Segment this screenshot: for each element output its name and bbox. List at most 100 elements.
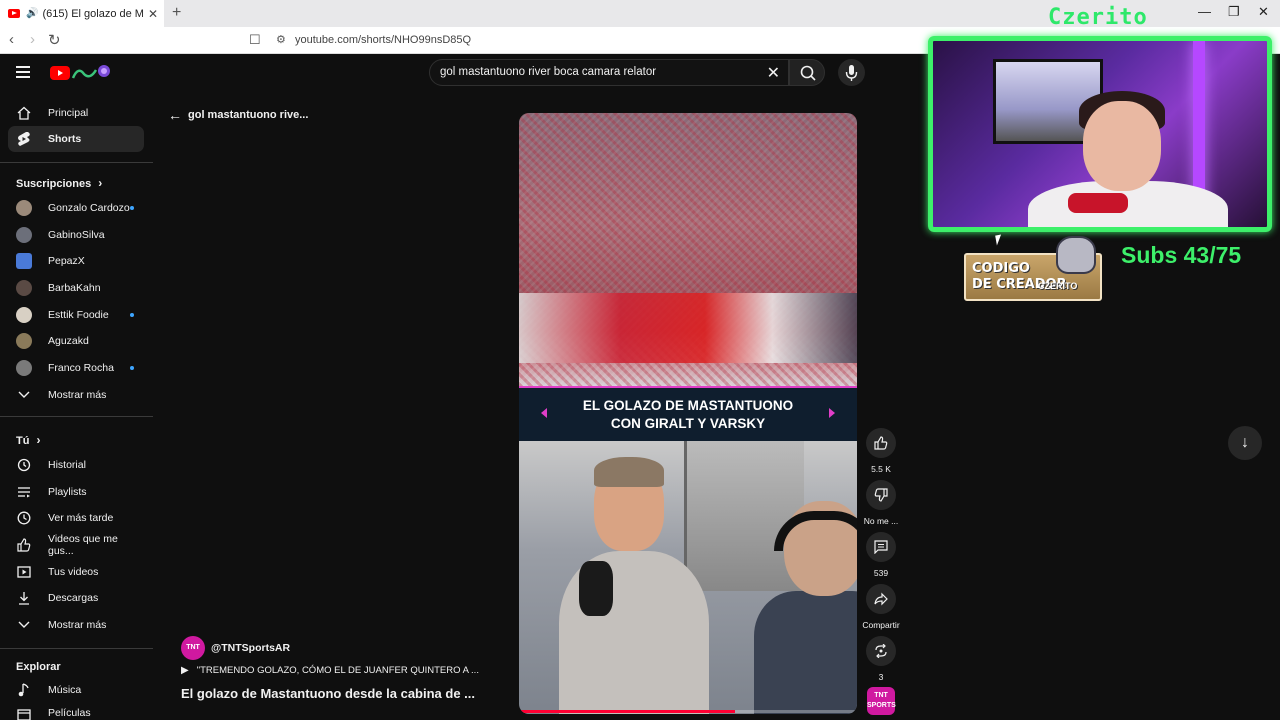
sidebar-item-movies[interactable]: Películas	[8, 703, 144, 720]
remix-action[interactable]: 3	[862, 636, 900, 682]
channel-thumbnail[interactable]: TNT SPORTS	[867, 687, 896, 715]
url-field[interactable]: youtube.com/shorts/NHO99nsD85Q	[295, 34, 471, 46]
dislike-action[interactable]: No me ...	[862, 480, 900, 526]
mic-icon	[845, 65, 858, 81]
video-title[interactable]: El golazo de Mastantuono desde la cabina…	[181, 686, 475, 701]
back-to-search-link[interactable]: ← gol mastantuono rive...	[168, 107, 308, 123]
tab-close-button[interactable]: ✕	[148, 7, 158, 21]
audio-playing-icon[interactable]: 🔊	[26, 8, 38, 19]
site-info-icon[interactable]: ⚙	[276, 33, 286, 46]
mouse-cursor-icon	[995, 234, 1003, 246]
shorts-video-player[interactable]: EL GOLAZO DE MASTANTUONO CON GIRALT Y VA…	[519, 113, 857, 714]
like-action[interactable]: 5.5 K	[862, 428, 900, 474]
song-title: "TREMENDO GOLAZO, CÓMO EL DE JUANFER QUI…	[196, 665, 479, 676]
sidebar-item-shorts[interactable]: Shorts	[8, 126, 144, 152]
subscriptions-heading[interactable]: Suscripciones ›	[16, 176, 102, 190]
avatar	[16, 200, 32, 216]
subscription-item[interactable]: PepazX	[8, 248, 144, 274]
sidebar-item-music[interactable]: Música	[8, 677, 144, 703]
subscription-name: Esttik Foodie	[48, 309, 109, 321]
subscription-name: BarbaKahn	[48, 282, 101, 294]
reload-icon[interactable]: ↻	[48, 31, 61, 49]
avatar	[16, 360, 32, 376]
sidebar-item-label: Tus videos	[48, 566, 99, 578]
youtube-favicon-icon	[8, 9, 20, 18]
chevron-down-icon	[16, 617, 32, 633]
window-close-button[interactable]: ✕	[1258, 4, 1269, 20]
video-frame-banner	[519, 293, 857, 363]
maximize-button[interactable]: ❐	[1228, 4, 1240, 20]
shorts-icon	[16, 131, 32, 147]
new-content-dot	[130, 313, 134, 317]
sidebar-item-playlists[interactable]: Playlists	[8, 479, 144, 505]
avatar	[16, 333, 32, 349]
caption-arrow-right-icon	[829, 408, 835, 418]
minimize-button[interactable]: —	[1198, 4, 1211, 19]
channel-handle[interactable]: @TNTSportsAR	[211, 642, 290, 654]
clear-search-icon[interactable]: ✕	[767, 63, 780, 83]
progress-fill	[519, 710, 736, 713]
subscription-item[interactable]: Franco Rocha	[8, 355, 144, 381]
subscription-name: PepazX	[48, 255, 85, 267]
voice-search-button[interactable]	[838, 59, 865, 86]
next-short-button[interactable]: ↓	[1228, 426, 1262, 460]
downloads-icon	[16, 590, 32, 606]
subscription-item[interactable]: BarbaKahn	[8, 275, 144, 301]
you-show-more[interactable]: Mostrar más	[8, 612, 144, 638]
sidebar-item-principal[interactable]: Principal	[8, 100, 144, 126]
webcam-overlay	[928, 36, 1272, 232]
browser-tab[interactable]: 🔊 (615) El golazo de Mastantuono ✕	[0, 0, 164, 27]
subscription-item[interactable]: Aguzakd	[8, 328, 144, 354]
channel-avatar[interactable]: TNT	[181, 636, 205, 660]
sidebar-item-label: Videos que me gus...	[48, 533, 118, 557]
share-icon[interactable]	[866, 584, 896, 614]
new-tab-button[interactable]: +	[172, 4, 181, 22]
streamer-name-overlay: Czerito	[1048, 5, 1148, 30]
subscription-item[interactable]: Esttik Foodie	[8, 302, 144, 328]
thumbs-up-icon[interactable]	[866, 428, 896, 458]
movies-icon	[16, 707, 32, 720]
tab-title: (615) El golazo de Mastantuono	[42, 7, 144, 20]
sidebar-item-historial[interactable]: Historial	[8, 452, 144, 478]
like-count: 5.5 K	[871, 464, 891, 474]
menu-icon[interactable]	[16, 66, 30, 78]
subs-show-more[interactable]: Mostrar más	[8, 382, 144, 408]
song-info[interactable]: ▶ "TREMENDO GOLAZO, CÓMO EL DE JUANFER Q…	[181, 665, 479, 676]
avatar	[16, 280, 32, 296]
subscription-name: Aguzakd	[48, 335, 89, 347]
sidebar-item-label: Ver más tarde	[48, 512, 114, 524]
sidebar-item-label: Principal	[48, 107, 89, 119]
subscription-item[interactable]: Gonzalo Cardozo	[8, 195, 144, 221]
sidebar-item-liked[interactable]: Videos que me gus...	[8, 532, 144, 558]
subscription-name: GabinoSilva	[48, 229, 105, 241]
arrow-left-icon: ←	[168, 107, 182, 123]
search-input[interactable]: gol mastantuono river boca camara relato…	[440, 66, 656, 78]
comments-action[interactable]: 539	[862, 532, 900, 578]
search-box[interactable]: gol mastantuono river boca camara relato…	[429, 59, 789, 86]
subscription-item[interactable]: GabinoSilva	[8, 222, 144, 248]
channel-info[interactable]: TNT @TNTSportsAR	[181, 636, 290, 660]
search-button[interactable]	[789, 59, 825, 86]
code-line-1: CODIGO	[972, 261, 1030, 276]
video-progress-bar[interactable]	[519, 710, 857, 713]
bookmark-icon[interactable]: ☐	[249, 32, 261, 48]
video-frame-booth	[519, 441, 857, 714]
back-nav-icon[interactable]: ‹	[9, 31, 14, 48]
you-heading[interactable]: Tú ›	[16, 433, 41, 447]
dislike-label: No me ...	[863, 516, 899, 526]
forward-nav-icon[interactable]: ›	[30, 31, 35, 48]
sidebar-item-downloads[interactable]: Descargas	[8, 585, 144, 611]
sidebar-item-label: Mostrar más	[48, 389, 107, 401]
sidebar-item-label: Música	[48, 684, 82, 696]
sidebar-item-label: Playlists	[48, 486, 87, 498]
sidebar-item-watch-later[interactable]: Ver más tarde	[8, 505, 144, 531]
thumbs-down-icon[interactable]	[866, 480, 896, 510]
new-content-dot	[130, 366, 134, 370]
new-content-dot	[130, 206, 134, 210]
youtube-logo[interactable]	[50, 62, 112, 84]
remix-icon[interactable]	[866, 636, 896, 666]
playlists-icon	[16, 484, 32, 500]
comment-icon[interactable]	[866, 532, 896, 562]
share-action[interactable]: Compartir	[862, 584, 900, 630]
sidebar-item-your-videos[interactable]: Tus videos	[8, 559, 144, 585]
